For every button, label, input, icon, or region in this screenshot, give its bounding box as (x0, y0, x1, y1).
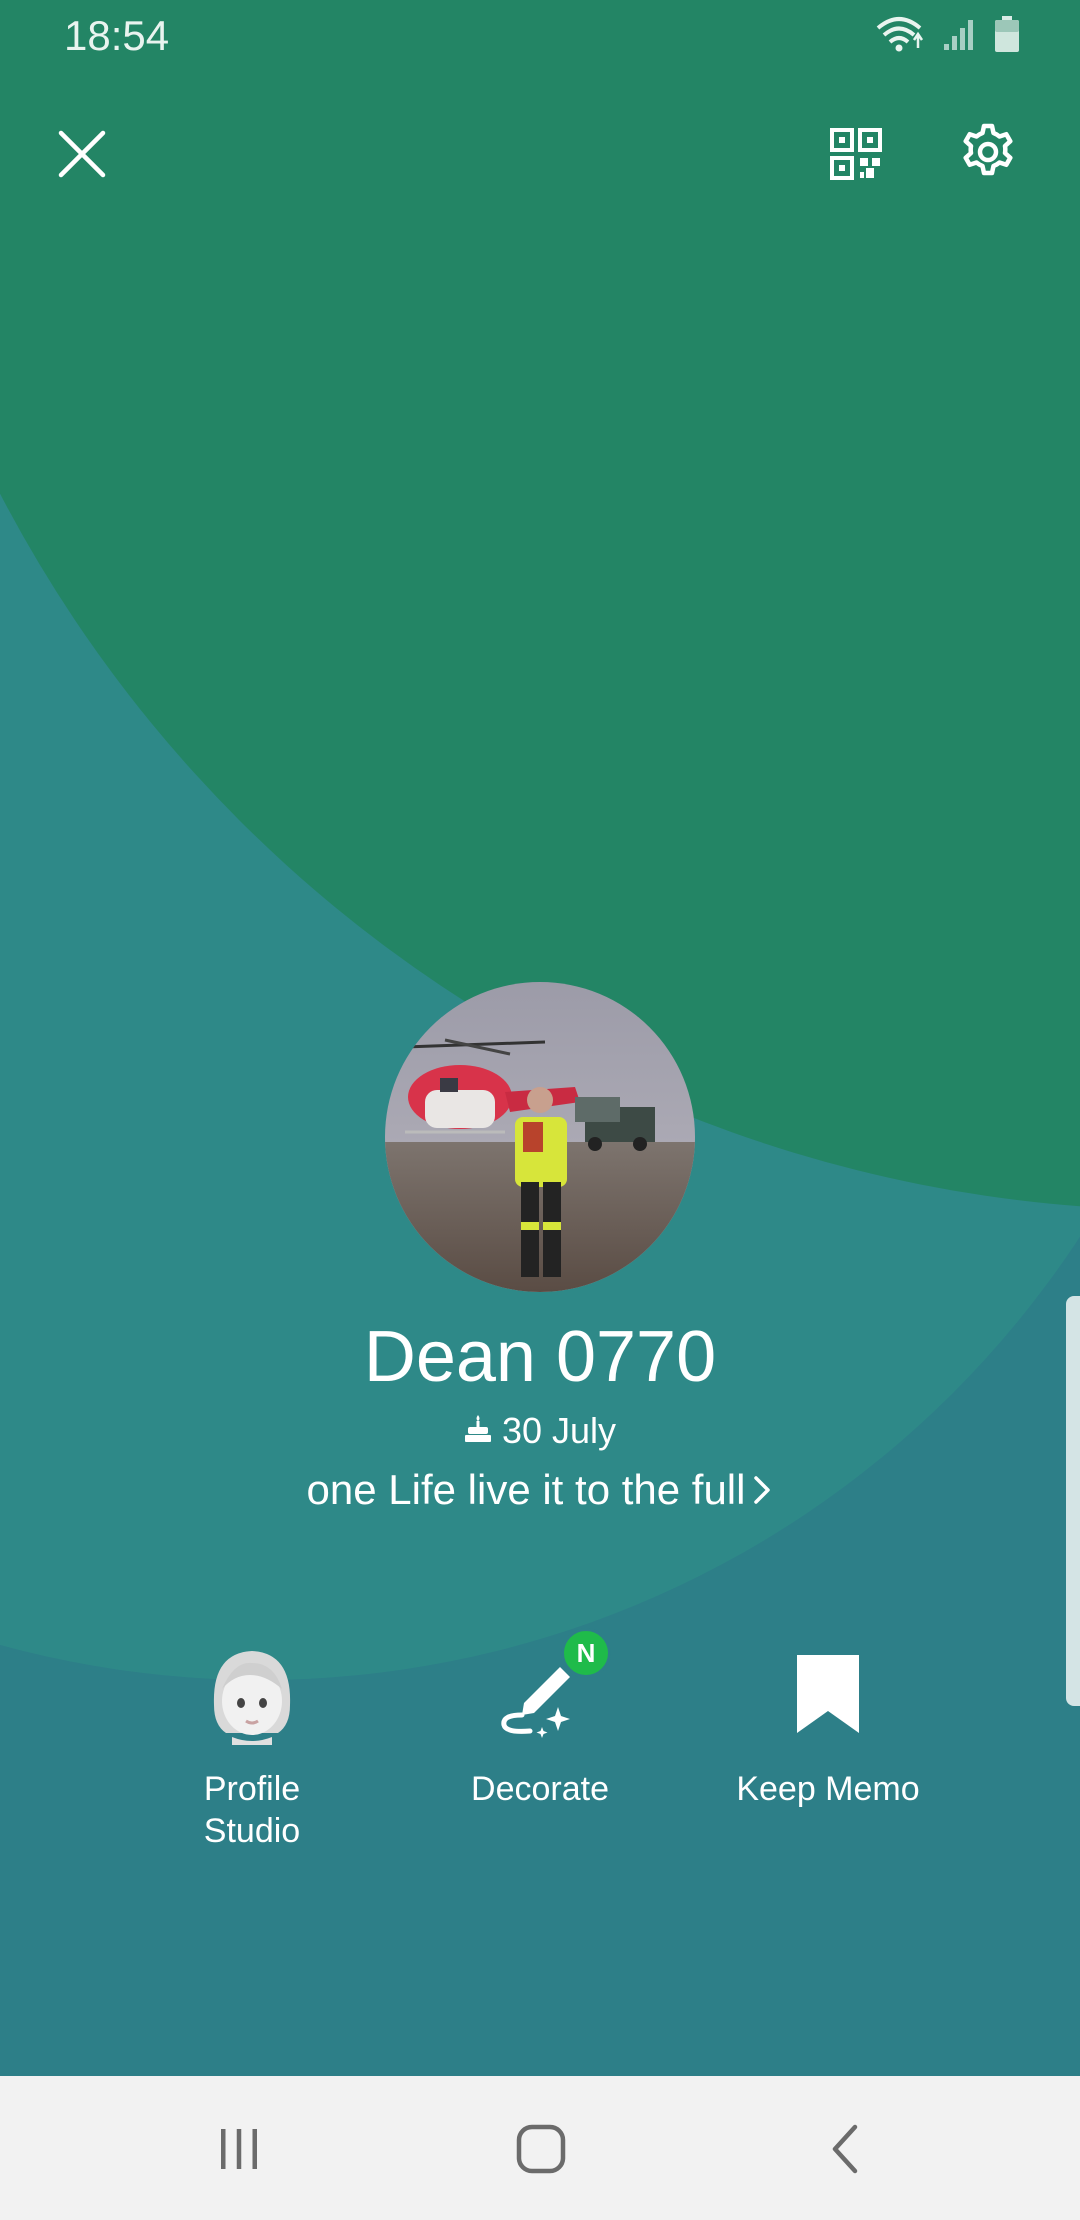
keep-memo-button[interactable]: Keep Memo (698, 1640, 958, 1810)
home-icon (515, 2123, 567, 2180)
profile-screen: 18:54 Dean 0770 30 July one Life live it… (0, 0, 1080, 2220)
cake-icon (464, 1410, 492, 1452)
avatar-photo (385, 982, 695, 1292)
keep-memo-label: Keep Memo (736, 1770, 920, 1808)
status-icons (874, 14, 1020, 59)
profile-studio-label-line1: Profile (203, 1770, 301, 1808)
status-message[interactable]: one Life live it to the full (0, 1466, 1080, 1514)
home-button[interactable] (496, 2106, 586, 2196)
status-message-text: one Life live it to the full (306, 1466, 746, 1513)
system-nav-bar (0, 2076, 1080, 2220)
decorate-label: Decorate (471, 1770, 609, 1808)
signal-icon (942, 16, 976, 57)
close-button[interactable] (44, 118, 120, 194)
recents-icon (215, 2125, 263, 2178)
close-icon (57, 129, 107, 184)
birthday-text: 30 July (501, 1410, 617, 1451)
profile-studio-label-line2: Studio (203, 1812, 301, 1850)
avatar-face-icon (197, 1640, 307, 1750)
decorate-button[interactable]: N Decorate (410, 1628, 670, 1810)
scroll-indicator[interactable] (1066, 1296, 1080, 1706)
back-icon (825, 2123, 865, 2180)
profile-name: Dean 0770 (363, 1317, 717, 1397)
new-badge: N (561, 1628, 611, 1678)
recents-button[interactable] (194, 2106, 284, 2196)
settings-button[interactable] (950, 116, 1026, 192)
back-button[interactable] (800, 2106, 890, 2196)
birthday-row: 30 July (0, 1410, 1080, 1452)
pen-sparkle-icon: N (485, 1628, 611, 1750)
profile-studio-button[interactable]: Profile Studio (122, 1640, 382, 1852)
profile-avatar[interactable] (385, 982, 695, 1292)
wifi-icon (874, 14, 924, 59)
status-time: 18:54 (64, 12, 170, 59)
status-bar: 18:54 (0, 0, 1080, 72)
profile-studio-label: Profile Studio (204, 1768, 300, 1852)
battery-icon (994, 15, 1020, 58)
bookmark-icon (773, 1640, 883, 1750)
qr-code-button[interactable] (818, 118, 894, 194)
qr-code-icon (830, 127, 882, 185)
chevron-right-icon (751, 1473, 773, 1507)
gear-icon (959, 123, 1017, 186)
